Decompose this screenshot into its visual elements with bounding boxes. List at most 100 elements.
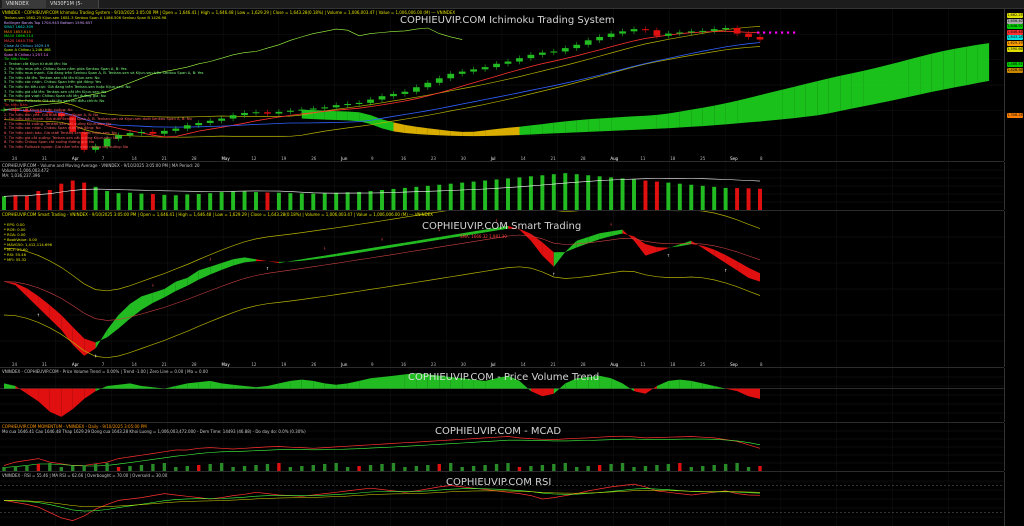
volume-pane[interactable]: COPHIEUVIP.COM - Volume and Moving Avera… <box>0 162 1004 211</box>
smart-ribbon-segment <box>737 261 749 278</box>
rsi-pane[interactable]: VNINDEX - RSI = 55.46 | MA RSI = 62.66 |… <box>0 472 1004 526</box>
kumo-cloud-segment <box>886 62 898 102</box>
volume-bar <box>723 187 728 210</box>
macd-histogram-bar <box>105 463 109 471</box>
smart-axis[interactable] <box>1004 211 1024 367</box>
candle-body <box>642 29 649 31</box>
volume-axis[interactable] <box>1004 162 1024 210</box>
x-axis-label: 16 <box>400 362 407 367</box>
x-axis-label: 26 <box>311 362 317 367</box>
candle-body <box>424 82 432 88</box>
projection-marker <box>763 31 766 34</box>
candle-body <box>745 33 752 37</box>
candle-body <box>607 33 615 37</box>
pvt-area-segment <box>84 388 96 399</box>
volume-bar <box>116 193 121 210</box>
x-axis-label: 14 <box>520 362 526 367</box>
kumo-cloud-segment <box>920 53 932 95</box>
volume-bar <box>105 191 110 210</box>
kumo-cloud-segment <box>897 59 909 100</box>
smart-ribbon-segment <box>393 242 405 248</box>
candle-body <box>481 67 489 70</box>
macd-axis[interactable] <box>1004 423 1024 471</box>
kumo-cloud-segment <box>622 116 634 131</box>
pvt-area-segment <box>382 375 394 389</box>
pvt-area-segment <box>164 386 176 389</box>
macd-watermark: COPHIEUVIP.COM - MCAD <box>435 426 562 437</box>
macd-histogram-bar <box>575 467 579 471</box>
kumo-cloud-segment <box>611 117 623 131</box>
macd-histogram-bar <box>620 463 625 471</box>
macd-histogram-bar <box>529 466 533 471</box>
volume-bar <box>357 191 362 210</box>
macd-histogram-bar <box>357 466 361 471</box>
candle-body <box>195 123 203 126</box>
smart-ribbon-segment <box>370 246 382 251</box>
smart-ribbon-segment <box>95 329 108 349</box>
smart-ribbon-segment <box>382 244 394 249</box>
ichimoku-pane[interactable]: VNINDEX - COPHIEUVIP.COM Ichimoku Tradin… <box>0 9 1004 162</box>
volume-bar <box>540 175 545 210</box>
rsi-line <box>3 483 761 521</box>
smart-ribbon-segment <box>702 245 715 256</box>
smart-ribbon-segment <box>748 267 760 282</box>
macd-histogram-bar <box>517 467 522 471</box>
volume-bar <box>402 187 407 210</box>
rsi-header: VNINDEX - RSI = 55.46 | MA RSI = 62.66 |… <box>2 473 168 478</box>
x-axis-label: Apr <box>71 156 79 161</box>
x-axis-label: 8 <box>760 362 763 367</box>
smart-ribbon-segment <box>359 248 371 253</box>
volume-bar <box>231 191 236 210</box>
x-axis-label: 24 <box>12 362 18 367</box>
kumo-cloud-segment <box>966 44 978 86</box>
candle-body <box>378 96 386 100</box>
pvt-area-segment <box>611 378 623 389</box>
kumo-cloud-segment <box>656 113 669 129</box>
tab-vnindex[interactable]: VNINDEX (Daily) <box>2 0 51 15</box>
signal-arrow: ↑ <box>552 272 555 277</box>
macd-histogram-bar <box>586 466 590 471</box>
tab-vn30f1m[interactable]: VN30F1M (5-minute) <box>46 0 99 15</box>
volume-bar <box>574 174 579 210</box>
kumo-cloud-segment <box>324 110 337 120</box>
pvt-area-segment <box>15 386 27 394</box>
x-axis-label: Aug <box>610 156 619 161</box>
smart-ribbon-segment <box>416 238 428 244</box>
volume-bar <box>517 177 522 210</box>
candle-body <box>412 87 420 92</box>
kumo-cloud-segment <box>416 126 428 135</box>
candle-body <box>160 130 168 134</box>
candle-body <box>516 58 523 62</box>
signal-arrow: ↑ <box>667 253 670 258</box>
pvt-area-segment <box>278 380 291 389</box>
macd-histogram-bar <box>288 467 293 471</box>
macd-histogram-bar <box>655 465 659 471</box>
x-axis-label: 24 <box>12 156 18 161</box>
smart-ribbon-segment <box>244 257 256 263</box>
macd-histogram-bar <box>197 465 201 471</box>
candle-body <box>687 31 695 33</box>
pvt-pane[interactable]: VNINDEX - COPHIEUVIP.COM - Price Volume … <box>0 368 1004 423</box>
kumo-cloud-segment <box>908 56 921 97</box>
smart-trading-pane[interactable]: ↑ ↑ ↓ ↓ ↑ ↓ ↓ ↓ ↓ ↑ ↓ ↑ ↑ COPHIEUVIP.COM Smart Tradi… <box>0 211 1004 368</box>
pvt-area-segment <box>702 383 715 389</box>
macd-histogram-bar <box>174 467 178 471</box>
kumo-cloud-segment <box>370 115 382 129</box>
pvt-axis[interactable] <box>1004 368 1024 422</box>
smart-ribbon-segment <box>256 259 268 262</box>
macd-histogram-bar <box>71 466 75 471</box>
smart-ribbon-segment <box>611 229 623 237</box>
pvt-area-segment <box>130 383 142 389</box>
macd-histogram-bar <box>25 465 29 471</box>
macd-pane[interactable]: COPHIEUVIP.COM MOMENTUM - VNINDEX - Dail… <box>0 423 1004 472</box>
volume-bar <box>448 183 453 210</box>
candle-body <box>183 125 191 129</box>
volume-bar <box>746 188 751 210</box>
candle-body <box>286 110 294 112</box>
macd-histogram-bar <box>345 467 350 471</box>
rsi-axis[interactable] <box>1004 472 1024 526</box>
ichimoku-price-axis[interactable]: 1,662.25 1,656.40 1,648.92 1,646.48 1,643.28… <box>1004 9 1024 161</box>
pvt-area-segment <box>198 380 211 389</box>
macd-histogram-bar <box>678 463 682 471</box>
pvt-area-segment <box>61 388 73 417</box>
